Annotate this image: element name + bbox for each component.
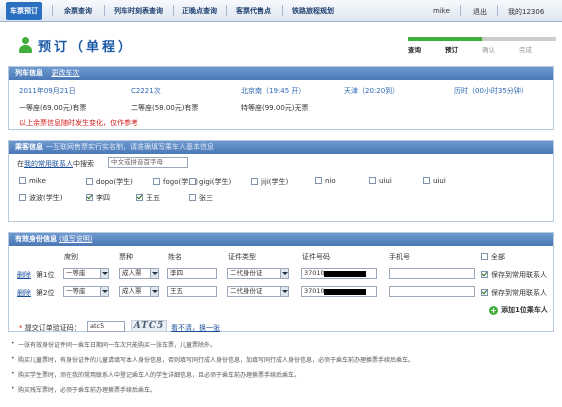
passenger-info-section: 乘客信息 一互联网售票实行实名制，请准确填写乘车人基本信息 在我的常用联系人中搜索… [8,140,554,222]
save-contact-checkbox-1[interactable]: 保存到常用联系人 [481,270,547,280]
identity-info-section: 有效身份信息 (填写说明) 席别 票种 姓名 证件类型 证件号码 手机号 全部 删… [8,232,554,332]
seat-second-class: 二等座(58.00元)有票 [131,104,199,112]
contact-checkbox-uiui-2[interactable]: uiui [423,177,446,185]
phone-input-1[interactable] [389,268,475,279]
nav-separator [104,5,105,16]
ticket-type-select-2[interactable]: 成人票 [119,286,159,297]
col-seat-class: 席别 [64,253,78,261]
top-nav: 车票预订 余票查询 列车时刻表查询 正晚点查询 客票代售点 铁路旅程规划 mik… [0,0,562,22]
seat-class-select-2[interactable]: 一等座 [63,286,109,297]
phone-input-2[interactable] [389,286,475,297]
chevron-down-icon [280,287,288,296]
nav-travel-planning[interactable]: 铁路旅程规划 [292,6,334,16]
passenger-position: 第2位 [36,289,55,297]
passenger-icon [18,37,32,53]
contact-search-label: 在我的常用联系人中搜索 [17,160,94,168]
col-id-type: 证件类型 [228,253,256,261]
nav-agents[interactable]: 客票代售点 [236,6,271,16]
arrival: 天津（20:20到） [344,87,400,95]
delete-passenger-1[interactable]: 删除 [17,270,31,280]
captcha-refresh-link[interactable]: 看不清，换一张 [171,323,220,333]
save-contact-checkbox-2[interactable]: 保存到常用联系人 [481,288,547,298]
nav-separator [460,5,461,16]
page-title: 预订（单程） [18,34,134,56]
captcha-label: * 提交订单验证码： [19,324,81,332]
captcha-input[interactable]: atc5 [87,321,125,332]
name-input-2[interactable]: 王五 [167,286,217,297]
passenger-info-header: 乘客信息 一互联网售票实行实名制，请准确填写乘车人基本信息 [9,141,553,154]
id-type-select-2[interactable]: 二代身份证 [227,286,289,297]
chevron-down-icon [280,269,288,278]
contact-checkbox-bobo[interactable]: 波波(学生) [19,193,62,203]
seat-premium-class: 特等座(99.00元)无票 [241,104,309,112]
page-title-text: 预订（单程） [38,39,135,55]
seat-class-select-1[interactable]: 一等座 [63,268,109,279]
nav-separator [282,5,283,16]
redacted-id [324,289,366,295]
step-query: 查询 [408,37,445,55]
train-info-section: 列车信息 更改车次 2011年09月21日 C2221次 北京南（19:45 开… [8,66,554,130]
col-ticket-type: 票种 [119,253,133,261]
note-item: 购买残军票时，必须于乘车前办理换票手续后乘车。 [11,385,156,394]
captcha-image[interactable]: ATC5 [131,320,167,332]
contact-search-input[interactable]: 中文或拼音首字母 [108,157,188,168]
chevron-down-icon [150,287,158,296]
chevron-down-icon [150,269,158,278]
seat-first-class: 一等座(69.00元)有票 [19,104,87,112]
add-passenger-button[interactable]: + 添加1位乘车人 [489,305,548,315]
step-book: 预订 [445,37,482,55]
delete-passenger-2[interactable]: 删除 [17,288,31,298]
contact-checkbox-uiui[interactable]: uiui [369,177,392,185]
chevron-down-icon [100,269,108,278]
logout-link[interactable]: 退出 [473,7,487,17]
nav-timetable[interactable]: 列车时刻表查询 [114,6,163,16]
col-id-number: 证件号码 [302,253,330,261]
id-type-select-1[interactable]: 二代身份证 [227,268,289,279]
departure: 北京南（19:45 开） [241,87,306,95]
note-item: 购买儿童票时，有身份证件的儿童请填写本人身份信息，否则填写同行成人身份信息，加填… [11,355,414,364]
contact-checkbox-lisi[interactable]: 李四 [86,193,110,203]
contact-checkbox-jiji[interactable]: jiji(学生) [251,177,288,187]
contact-checkbox-mike[interactable]: mike [19,177,46,185]
progress-steps: 查询 预订 确认 完成 [408,37,556,55]
id-number-input-2[interactable]: 37010 [301,286,377,297]
select-all-checkbox[interactable]: 全部 [481,252,505,262]
contact-checkbox-gigi[interactable]: gigi(学生) [189,177,231,187]
contact-checkbox-nio[interactable]: nio [315,177,336,185]
note-item: 一张有效身份证件同一乘车日期同一车次只能购买一张车票，儿童票除外。 [11,340,216,349]
travel-date: 2011年09月21日 [19,87,76,95]
nav-remaining-tickets[interactable]: 余票查询 [64,6,92,16]
id-number-input-1[interactable]: 37010 [301,268,377,279]
nav-separator [226,5,227,16]
name-input-1[interactable]: 李四 [167,268,217,279]
nav-ticket-booking[interactable]: 车票预订 [6,2,42,20]
change-train-link[interactable]: 更改车次 [51,69,79,77]
contact-checkbox-zhangsan[interactable]: 张三 [189,193,213,203]
contact-checkbox-wangwu[interactable]: 王五 [136,193,160,203]
redacted-id [324,271,366,277]
train-info-header: 列车信息 更改车次 [9,67,553,80]
nav-separator [497,5,498,16]
nav-delay-query[interactable]: 正晚点查询 [182,6,217,16]
passenger-position: 第1位 [36,271,55,279]
identity-info-header: 有效身份信息 (填写说明) [9,233,553,246]
plus-icon: + [489,305,498,315]
col-name: 姓名 [168,253,182,261]
ticket-type-select-1[interactable]: 成人票 [119,268,159,279]
note-item: 购买学生票时，须在我的常用联系人中登记乘车人的学生详细信息，且必须于乘车前办理换… [11,370,300,379]
nav-separator [173,5,174,16]
chevron-down-icon [100,287,108,296]
availability-note: 以上余票信息随时发生变化，仅作参考 [19,119,138,127]
nav-separator [52,5,53,16]
col-phone: 手机号 [389,253,410,261]
step-confirm: 确认 [482,37,519,55]
fill-instructions-link[interactable]: (填写说明) [59,235,92,243]
contact-checkbox-dopo[interactable]: dopo(学生) [86,177,133,187]
user-name: mike [433,7,450,15]
step-finish: 完成 [519,37,556,55]
my-contacts-link[interactable]: 我的常用联系人 [24,160,73,168]
my-12306-link[interactable]: 我的12306 [508,7,544,17]
train-number: C2221次 [131,87,161,95]
duration: 历时（00小时35分钟） [454,87,528,95]
